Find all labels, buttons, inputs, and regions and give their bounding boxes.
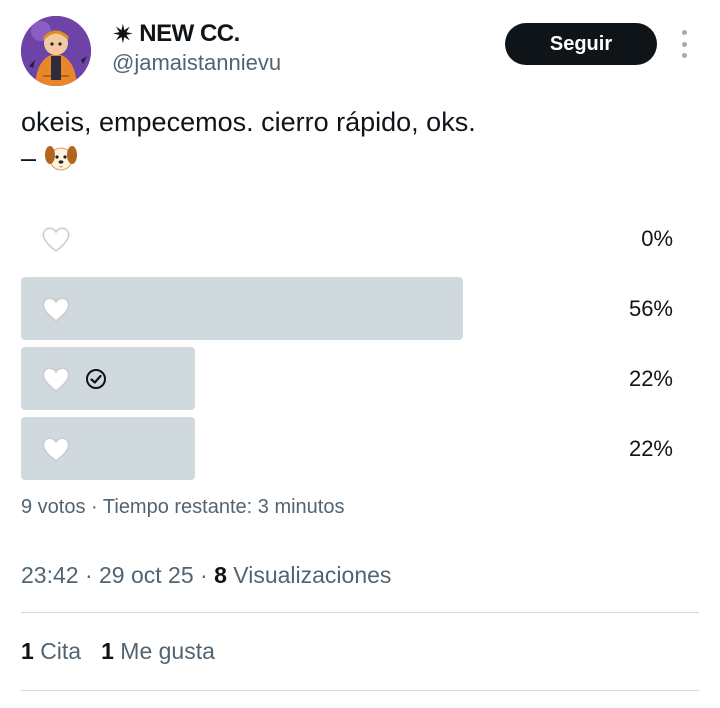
tweet-text: okeis, empecemos. cierro rápido, oks. – <box>21 104 681 176</box>
poll: 0% 56% 22% 22% <box>21 207 679 487</box>
voted-check-icon <box>86 368 106 389</box>
quotes-count: 1 <box>21 638 34 664</box>
dog-face-icon <box>45 146 78 171</box>
white-heart-icon <box>42 367 70 392</box>
views-label: Visualizaciones <box>233 562 392 588</box>
follow-button[interactable]: Seguir <box>505 23 657 65</box>
quotes-stat[interactable]: 1 Cita <box>21 638 81 665</box>
tweet-line-2-prefix: – <box>21 143 37 173</box>
poll-percent: 56% <box>628 295 673 321</box>
asterisk-star-icon: ✷ <box>112 19 134 49</box>
display-name[interactable]: ✷ NEW CC. <box>112 18 240 50</box>
timestamp-row: 23:42 · 29 oct 25 · 8 Visualizaciones <box>21 562 392 588</box>
tweet-line-1: okeis, empecemos. cierro rápido, oks. <box>21 107 476 137</box>
tweet-line-2: – <box>21 140 681 176</box>
likes-stat[interactable]: 1 Me gusta <box>101 638 215 665</box>
user-handle[interactable]: @jamaistannievu <box>112 50 281 76</box>
poll-percent: 22% <box>628 365 673 391</box>
white-heart-icon <box>42 297 70 322</box>
white-heart-icon <box>42 227 70 252</box>
tweet-date[interactable]: 29 oct 25 <box>99 562 194 588</box>
divider <box>21 690 699 691</box>
likes-label: Me gusta <box>120 638 215 664</box>
poll-option[interactable]: 22% <box>21 347 679 410</box>
views-count: 8 <box>214 562 227 588</box>
poll-percent: 22% <box>628 435 673 461</box>
pumpkin-costume-avatar-icon <box>21 16 91 86</box>
poll-meta: 9 votos · Tiempo restante: 3 minutos <box>21 496 345 518</box>
avatar[interactable] <box>21 16 91 86</box>
poll-option[interactable]: 22% <box>21 417 679 480</box>
display-name-text: NEW CC. <box>139 20 240 47</box>
likes-count: 1 <box>101 638 114 664</box>
poll-option[interactable]: 0% <box>21 207 679 270</box>
poll-bar <box>21 277 463 340</box>
quotes-label: Cita <box>40 638 82 664</box>
white-heart-icon <box>42 437 70 462</box>
poll-option[interactable]: 56% <box>21 277 679 340</box>
divider <box>21 612 699 613</box>
poll-percent: 0% <box>641 225 673 251</box>
tweet-time[interactable]: 23:42 <box>21 562 79 588</box>
engagement-stats: 1 Cita 1 Me gusta <box>21 638 215 665</box>
vertical-ellipsis-icon[interactable] <box>676 30 692 58</box>
